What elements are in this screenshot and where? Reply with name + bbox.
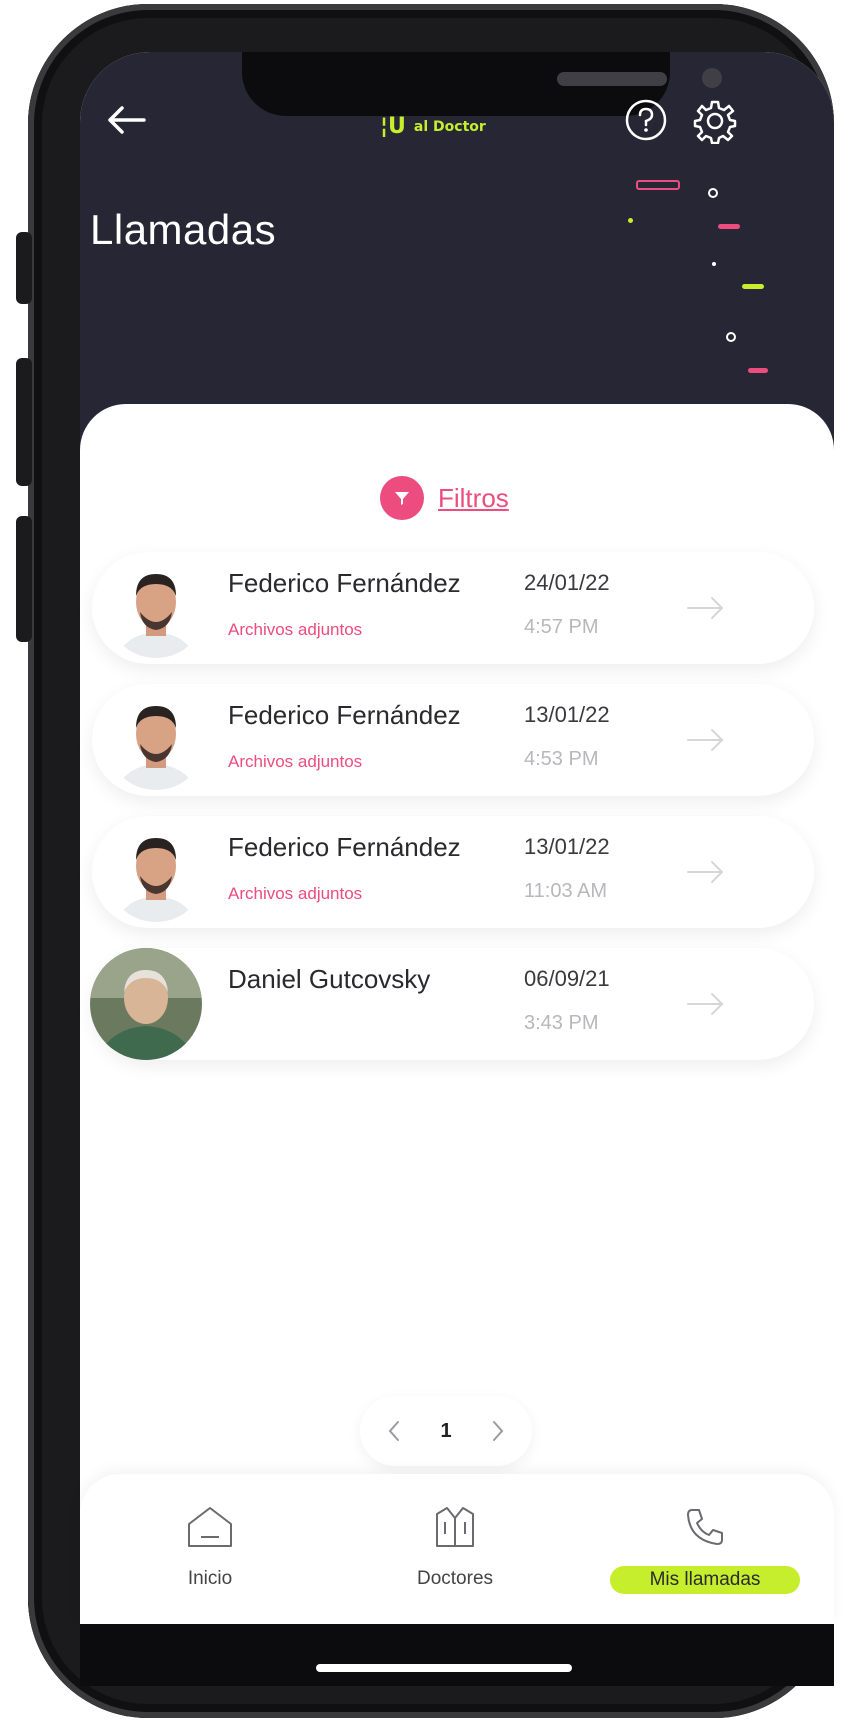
doctor-avatar [90,948,202,1060]
nav-label: Inicio [187,1568,233,1589]
gear-icon [693,100,737,144]
doctor-name: Federico Fernández [228,568,461,598]
doctor-avatar [106,558,206,658]
doctor-name: Federico Fernández [228,832,461,862]
attachments-link[interactable]: Archivos adjuntos [228,884,362,904]
confetti-ring [726,332,736,342]
back-button[interactable] [102,96,150,144]
chevron-left-icon [388,1421,399,1441]
call-card[interactable]: Federico Fernández Archivos adjuntos 13/… [92,684,814,796]
nav-mis-llamadas[interactable]: Mis llamadas [600,1474,810,1624]
arrow-right-icon[interactable] [684,588,728,628]
nav-label: Mis llamadas [609,1566,801,1594]
phone-icon [680,1502,730,1552]
filter-funnel-icon [380,476,424,520]
nav-doctores[interactable]: Doctores [370,1474,540,1624]
confetti-ring [708,188,718,198]
home-indicator[interactable] [316,1664,572,1672]
bottom-nav: Inicio Doctores Mis llamadas [80,1474,834,1624]
next-page-button[interactable] [478,1411,518,1451]
confetti-dot [628,218,633,223]
home-icon [185,1502,235,1552]
current-page[interactable]: 1 [440,1420,451,1443]
call-time: 11:03 AM [524,880,608,902]
arrow-left-icon [108,106,146,134]
mute-switch [16,232,32,304]
nav-inicio[interactable]: Inicio [140,1474,280,1624]
speaker [557,72,667,86]
confetti-dash [636,180,680,190]
arrow-right-icon[interactable] [684,720,728,760]
stethoscope-icon: ¦U [380,114,406,139]
brand-text: al Doctor [413,118,486,135]
chevron-right-icon [493,1421,504,1441]
call-date: 13/01/22 [524,702,610,727]
filter-button[interactable]: Filtros [380,476,509,520]
call-date: 06/09/21 [524,966,610,991]
arrow-right-icon[interactable] [684,852,728,892]
arrow-right-icon[interactable] [684,984,728,1024]
doctor-name: Federico Fernández [228,700,461,730]
call-card[interactable]: Daniel Gutcovsky 06/09/21 3:43 PM [90,948,814,1060]
volume-down-button [16,516,32,642]
doctor-name: Daniel Gutcovsky [228,964,431,994]
pagination: 1 [360,1396,532,1466]
settings-button[interactable] [690,96,740,146]
nav-label: Doctores [416,1568,494,1589]
call-time: 3:43 PM [524,1012,599,1034]
attachments-link[interactable]: Archivos adjuntos [228,752,362,772]
confetti-dash [718,224,740,229]
confetti-dash [742,284,764,289]
home-bar-area [80,1624,834,1686]
volume-up-button [16,358,32,486]
question-circle-icon [625,99,667,141]
doctor-avatar [106,822,206,922]
call-card[interactable]: Federico Fernández Archivos adjuntos 24/… [92,552,814,664]
doctor-coat-icon [430,1502,480,1552]
doctor-avatar [106,690,206,790]
confetti-dash [748,368,768,373]
help-button[interactable] [622,96,670,144]
confetti-dot [712,262,716,266]
attachments-link[interactable]: Archivos adjuntos [228,620,362,640]
notch [242,52,722,116]
call-date: 13/01/22 [524,834,610,859]
call-time: 4:57 PM [524,616,599,638]
camera [702,68,722,88]
call-time: 4:53 PM [524,748,599,770]
prev-page-button[interactable] [374,1411,414,1451]
filter-label: Filtros [438,482,509,513]
call-date: 24/01/22 [524,570,610,595]
page-title: Llamadas [90,206,277,253]
call-card[interactable]: Federico Fernández Archivos adjuntos 13/… [92,816,814,928]
brand-logo: ¦U al Doctor [380,114,486,139]
